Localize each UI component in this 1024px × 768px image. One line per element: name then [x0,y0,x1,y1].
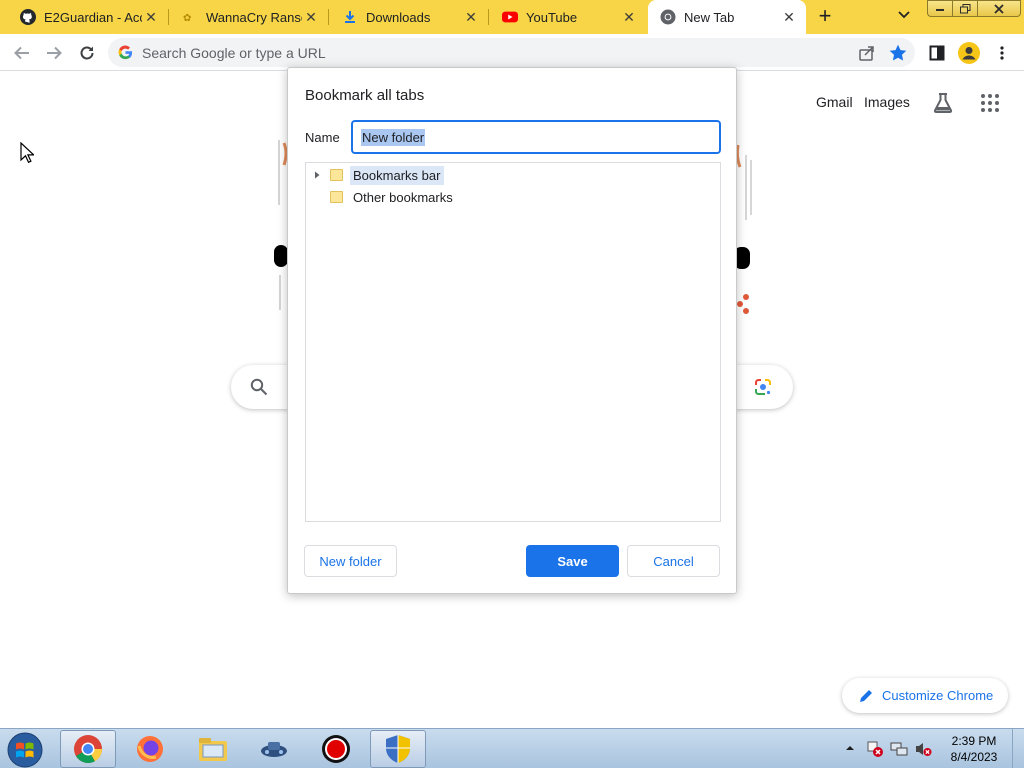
forward-button[interactable] [42,41,66,65]
customize-chrome-label: Customize Chrome [882,688,994,703]
tab-downloads[interactable]: Downloads ✕ [330,0,488,34]
close-icon[interactable]: ✕ [462,8,480,26]
minimize-button[interactable] [927,0,952,17]
show-desktop-button[interactable] [1012,729,1024,768]
google-g-icon [118,45,133,60]
clock-date: 8/4/2023 [950,750,998,764]
close-icon[interactable]: ✕ [302,8,320,26]
chevron-down-icon[interactable] [894,7,914,27]
doodle-right-edge [734,144,752,314]
taskbar-security[interactable] [370,730,426,768]
google-lens-icon[interactable] [753,377,773,397]
folder-name-value[interactable]: New folder [361,129,426,146]
tab-divider [328,9,329,25]
folder-name-input[interactable]: New folder [351,120,721,154]
images-link[interactable]: Images [864,94,910,110]
tab-new-tab[interactable]: New Tab ✕ [648,0,806,34]
tab-title: New Tab [684,9,735,25]
reload-button[interactable] [75,41,99,65]
name-label: Name [305,130,340,145]
taskbar-network-game[interactable] [246,730,302,768]
tab-strip: E2Guardian - Acce ✕ ✿ WannaCry Ransom ✕ … [0,0,1024,34]
taskbar-firefox[interactable] [122,730,178,768]
expand-arrow-icon[interactable] [310,168,324,182]
wannacry-icon: ✿ [182,9,198,25]
bookmark-all-tabs-dialog: Bookmark all tabs Name New folder Bookma… [287,67,737,594]
action-center-icon[interactable] [866,740,884,758]
tab-e2guardian[interactable]: E2Guardian - Acce ✕ [8,0,168,34]
chrome-icon [74,735,103,764]
back-button[interactable] [10,41,34,65]
network-game-icon [261,742,287,757]
cancel-button[interactable]: Cancel [627,545,720,577]
tab-divider [488,9,489,25]
firefox-icon [137,736,163,762]
tab-wannacry[interactable]: ✿ WannaCry Ransom ✕ [170,0,328,34]
pencil-icon [860,689,872,702]
network-icon[interactable] [890,740,908,758]
close-icon[interactable]: ✕ [620,8,638,26]
mouse-cursor-icon [20,142,34,164]
taskbar-chrome[interactable] [60,730,116,768]
github-icon [20,9,36,25]
window-controls [927,0,1021,17]
tree-item-label: Other bookmarks [353,189,453,205]
tab-divider [168,9,169,25]
tab-title: E2Guardian - Acce [44,9,142,25]
dialog-title: Bookmark all tabs [305,87,425,104]
close-window-button[interactable] [977,0,1021,17]
tab-title: WannaCry Ransom [206,9,302,25]
tree-item-bookmarks-bar[interactable]: Bookmarks bar [306,164,445,186]
star-icon[interactable] [888,43,908,63]
folder-tree[interactable]: Bookmarks bar Other bookmarks [305,162,721,522]
restore-button[interactable] [952,0,977,17]
profile-avatar-icon[interactable] [957,41,981,65]
taskbar-recorder[interactable] [308,730,364,768]
chrome-icon [660,9,676,25]
omnibox[interactable] [108,38,915,67]
save-button[interactable]: Save [526,545,619,577]
windows-start-icon[interactable] [6,731,44,768]
tab-title: Downloads [366,9,431,25]
gmail-link[interactable]: Gmail [816,94,853,110]
tab-youtube[interactable]: YouTube ✕ [490,0,646,34]
side-panel-icon[interactable] [925,41,949,65]
new-tab-button[interactable]: + [813,5,837,29]
svg-text:✿: ✿ [183,13,191,24]
close-icon[interactable]: ✕ [142,8,160,26]
shield-icon [386,735,410,763]
clock-time: 2:39 PM [951,734,997,748]
tree-item-other-bookmarks[interactable]: Other bookmarks [306,186,457,208]
system-clock[interactable]: 2:39 PM 8/4/2023 [944,733,1004,765]
new-folder-button[interactable]: New folder [304,545,397,577]
folder-icon [330,191,343,203]
taskbar-file-explorer[interactable] [185,730,241,768]
file-explorer-icon [199,738,227,761]
more-menu-icon[interactable] [990,41,1014,65]
record-icon [322,735,350,763]
youtube-icon [502,9,518,25]
apps-grid-icon[interactable] [980,93,1000,113]
tree-item-label: Bookmarks bar [350,165,445,185]
share-icon[interactable] [858,44,876,62]
tab-title: YouTube [526,9,578,25]
customize-chrome-button[interactable]: Customize Chrome [842,678,1008,713]
folder-icon [330,169,343,181]
browser-toolbar [0,34,1024,71]
volume-muted-icon[interactable] [914,740,932,758]
download-icon [342,9,358,25]
close-icon[interactable]: ✕ [780,8,798,26]
windows-taskbar: 2:39 PM 8/4/2023 [0,728,1024,768]
tray-expand-icon[interactable] [845,743,855,753]
search-icon [250,378,268,396]
labs-flask-icon[interactable] [931,91,955,115]
address-input[interactable] [142,43,842,62]
